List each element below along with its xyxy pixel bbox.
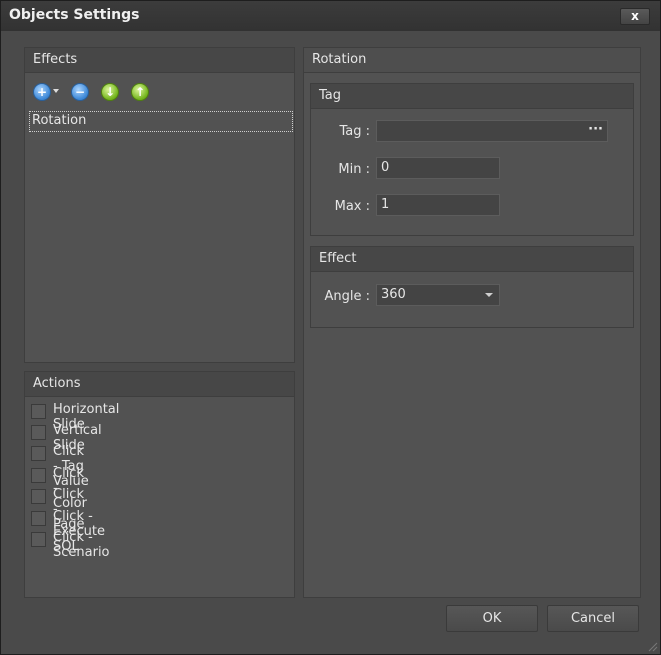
tag-group-header: Tag (311, 84, 633, 109)
checkbox[interactable] (31, 489, 46, 504)
min-value: 0 (381, 160, 390, 175)
max-value: 1 (381, 197, 390, 212)
tag-label: Tag : (339, 124, 370, 139)
chevron-down-icon[interactable] (485, 293, 493, 297)
close-button[interactable]: x (620, 8, 650, 25)
browse-button[interactable]: ··· (588, 122, 603, 137)
add-icon[interactable]: + (33, 83, 51, 101)
angle-select[interactable]: 360 (376, 284, 500, 306)
angle-label: Angle : (324, 289, 370, 304)
window-title: Objects Settings (9, 7, 140, 23)
checkbox[interactable] (31, 511, 46, 526)
actions-panel: Actions Horizontal Slide Vertical Slide … (24, 371, 295, 598)
dropdown-arrow-icon[interactable] (53, 89, 59, 93)
rotation-header: Rotation (304, 48, 640, 73)
action-label: Click - Scenario (53, 530, 110, 560)
actions-header: Actions (25, 372, 294, 397)
min-input[interactable]: 0 (376, 157, 500, 179)
effects-list-item[interactable]: Rotation (29, 111, 293, 132)
checkbox[interactable] (31, 468, 46, 483)
resize-grip-icon[interactable] (648, 642, 658, 652)
tag-group: Tag Tag : ··· Min : 0 Max : 1 (310, 83, 634, 236)
min-label: Min : (338, 162, 370, 177)
ok-button[interactable]: OK (446, 605, 538, 632)
checkbox[interactable] (31, 446, 46, 461)
cancel-button[interactable]: Cancel (547, 605, 639, 632)
max-label: Max : (334, 199, 370, 214)
move-up-icon[interactable]: ↑ (131, 83, 149, 101)
effects-header: Effects (25, 48, 294, 73)
checkbox[interactable] (31, 404, 46, 419)
max-input[interactable]: 1 (376, 194, 500, 216)
move-down-icon[interactable]: ↓ (101, 83, 119, 101)
checkbox[interactable] (31, 425, 46, 440)
effects-list (27, 106, 290, 358)
actions-title: Actions (33, 376, 81, 391)
angle-value: 360 (381, 287, 406, 302)
rotation-panel: Rotation Tag Tag : ··· Min : 0 Max : 1 E… (303, 47, 641, 598)
effects-item-label: Rotation (32, 113, 87, 128)
effect-group: Effect Angle : 360 (310, 246, 634, 328)
tag-field[interactable]: ··· (376, 120, 608, 142)
effects-toolbar: + − ↓ ↑ (33, 83, 173, 101)
checkbox[interactable] (31, 532, 46, 547)
title-bar: Objects Settings x (1, 1, 660, 31)
tag-group-title: Tag (319, 88, 342, 103)
effect-group-title: Effect (319, 251, 357, 266)
effect-group-header: Effect (311, 247, 633, 272)
effects-title: Effects (33, 52, 78, 67)
effects-panel: Effects + − ↓ ↑ Rotation (24, 47, 295, 363)
dialog-body: Effects + − ↓ ↑ Rotation Actions Horizon… (13, 37, 648, 643)
rotation-title: Rotation (312, 52, 367, 67)
objects-settings-dialog: Objects Settings x Effects + − ↓ ↑ Rotat… (0, 0, 661, 655)
remove-icon[interactable]: − (71, 83, 89, 101)
